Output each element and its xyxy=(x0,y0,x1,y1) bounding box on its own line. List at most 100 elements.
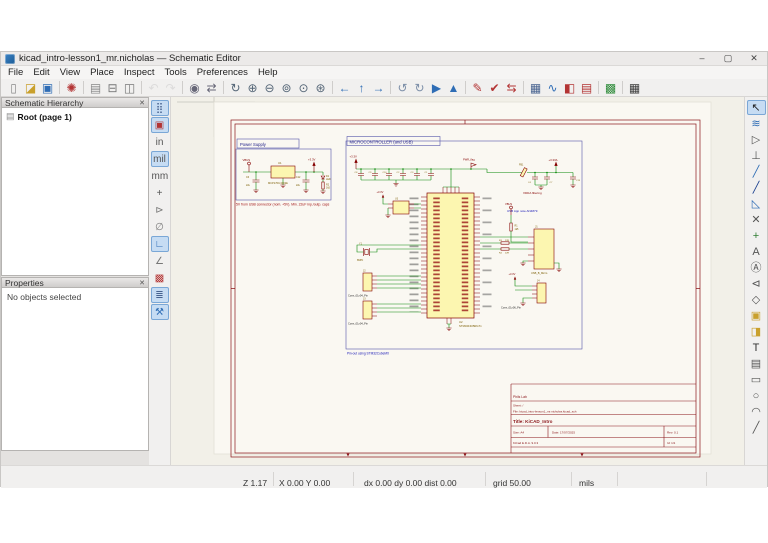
rotate-cw-icon[interactable]: ↻ xyxy=(411,80,428,96)
menu-inspect[interactable]: Inspect xyxy=(119,67,160,78)
minimize-button[interactable]: – xyxy=(689,53,715,64)
bus-entry-icon[interactable]: ◺ xyxy=(747,196,766,211)
menu-view[interactable]: View xyxy=(55,67,85,78)
p3v3a-label: +3.3VA xyxy=(549,158,558,162)
hierarchy-root-item[interactable]: ▤ Root (page 1) xyxy=(2,108,148,125)
save-icon[interactable]: ▣ xyxy=(39,80,56,96)
net-class-directive-icon[interactable]: Ⓐ xyxy=(747,260,766,275)
highlight-net-icon[interactable]: ≋ xyxy=(747,116,766,131)
symbol-fields-table-icon[interactable]: ▦ xyxy=(527,80,544,96)
global-label-icon[interactable]: ⊲ xyxy=(747,276,766,291)
erc-markers-icon[interactable]: ▩ xyxy=(151,270,169,286)
menu-file[interactable]: File xyxy=(3,67,28,78)
menu-place[interactable]: Place xyxy=(85,67,119,78)
simulator-icon[interactable]: ∿ xyxy=(544,80,561,96)
arc-icon[interactable]: ◠ xyxy=(747,404,766,419)
nav-back-icon[interactable]: ← xyxy=(336,80,353,96)
menu-preferences[interactable]: Preferences xyxy=(192,67,253,78)
hierarchical-label-icon[interactable]: ◇ xyxy=(747,292,766,307)
line-mode-90-icon[interactable]: ∟ xyxy=(150,236,169,252)
schematic-hierarchy-panel: Schematic Hierarchy ✕ ▤ Root (page 1) xyxy=(1,97,149,276)
hidden-pins-icon[interactable]: ⊳ xyxy=(151,202,169,218)
zoom-selection-icon[interactable]: ⊛ xyxy=(312,80,329,96)
net-label-icon[interactable]: A xyxy=(747,244,766,259)
menu-help[interactable]: Help xyxy=(253,67,283,78)
u2-value: STM32F405RGTx xyxy=(459,324,482,328)
schematic-canvas[interactable]: Power Supply 5V from USB connector (nom.… xyxy=(171,97,746,465)
units-mm-icon[interactable]: mm xyxy=(151,168,169,184)
undo-icon[interactable]: ↶ xyxy=(145,80,162,96)
refresh-view-icon[interactable]: ↻ xyxy=(227,80,244,96)
u1-ref: U1 xyxy=(278,161,282,165)
hierarchical-sheet-icon[interactable]: ▣ xyxy=(747,308,766,323)
open-schematic-icon[interactable]: ◪ xyxy=(22,80,39,96)
titleblock-rev: Rev: 0.1 xyxy=(667,431,679,435)
zoom-in-icon[interactable]: ⊕ xyxy=(244,80,261,96)
p3v3-label: +3.3V xyxy=(350,155,358,159)
window-controls: – ▢ ✕ xyxy=(689,53,767,64)
close-hierarchy-panel-icon[interactable]: ✕ xyxy=(139,99,145,107)
c12-value: 22u xyxy=(296,184,301,187)
redo-icon[interactable]: ↷ xyxy=(162,80,179,96)
new-schematic-icon[interactable]: ▯ xyxy=(5,80,22,96)
circle-icon[interactable]: ○ xyxy=(747,388,766,403)
units-mils-icon[interactable]: mil xyxy=(150,151,169,167)
zoom-out-icon[interactable]: ⊖ xyxy=(261,80,278,96)
grid-visibility-icon[interactable]: ⣿ xyxy=(150,100,169,116)
hidden-fields-icon[interactable]: ∅ xyxy=(151,219,169,235)
place-power-port-icon[interactable]: ⊥ xyxy=(747,148,766,163)
update-symbols-icon[interactable]: ⇆ xyxy=(503,80,520,96)
find-icon[interactable]: ◉ xyxy=(186,80,203,96)
paste-icon[interactable]: ◫ xyxy=(121,80,138,96)
mirror-v-icon[interactable]: ▲ xyxy=(445,80,462,96)
properties-panel-icon[interactable]: ⚒ xyxy=(150,304,169,320)
p3v3-label: +3.3V xyxy=(377,190,384,194)
text-icon[interactable]: T xyxy=(747,340,766,355)
titleblock-date: Date: 17/07/2025 xyxy=(552,431,575,435)
select-tool-icon[interactable]: ↖ xyxy=(746,100,766,115)
assign-footprints-icon[interactable]: ◧ xyxy=(561,80,578,96)
sheet-icon: ▤ xyxy=(6,111,15,121)
usb-connector-body xyxy=(533,228,555,270)
line-icon[interactable]: ╱ xyxy=(747,420,766,435)
maximize-button[interactable]: ▢ xyxy=(715,53,741,64)
nav-up-hierarchy-icon[interactable]: ↑ xyxy=(353,80,370,96)
properties-panel-title: Properties xyxy=(5,277,44,288)
left-panel-column: Schematic Hierarchy ✕ ▤ Root (page 1) Pr… xyxy=(1,97,149,465)
print-icon[interactable]: ⊟ xyxy=(104,80,121,96)
draw-bus-icon[interactable]: ╱ xyxy=(747,180,766,195)
draw-wire-icon[interactable]: ╱ xyxy=(747,164,766,179)
close-properties-panel-icon[interactable]: ✕ xyxy=(139,279,145,287)
nav-forward-icon[interactable]: → xyxy=(370,80,387,96)
rectangle-icon[interactable]: ▭ xyxy=(747,372,766,387)
line-mode-45-icon[interactable]: ∠ xyxy=(151,253,169,269)
text-box-icon[interactable]: ▤ xyxy=(747,356,766,371)
pcb-editor-icon[interactable]: ▦ xyxy=(626,80,643,96)
schematic-setup-icon[interactable]: ✺ xyxy=(63,80,80,96)
d1-value: LED xyxy=(326,178,331,181)
zoom-objects-icon[interactable]: ⊙ xyxy=(295,80,312,96)
titleblock-tool: KiCad E.D.A. 9.0.3 xyxy=(513,441,539,445)
junction-icon[interactable]: + xyxy=(747,228,766,243)
mirror-h-icon[interactable]: ▶ xyxy=(428,80,445,96)
titleblock-title: Title: KiCAD_Intro xyxy=(513,419,553,424)
zoom-fit-icon[interactable]: ⊚ xyxy=(278,80,295,96)
crosshair-cursor-icon[interactable]: + xyxy=(151,185,169,201)
menu-edit[interactable]: Edit xyxy=(28,67,54,78)
hierarchy-navigator-icon[interactable]: ≣ xyxy=(150,287,169,303)
erc-icon[interactable]: ✔ xyxy=(486,80,503,96)
footprint-editor-icon[interactable]: ▩ xyxy=(602,80,619,96)
sheet-pin-icon[interactable]: ◨ xyxy=(747,324,766,339)
export-bom-icon[interactable]: ▤ xyxy=(578,80,595,96)
close-button[interactable]: ✕ xyxy=(741,53,767,64)
place-symbol-icon[interactable]: ▷ xyxy=(747,132,766,147)
grid-overrides-icon[interactable]: ▣ xyxy=(150,117,169,133)
page-settings-icon[interactable]: ▤ xyxy=(87,80,104,96)
menu-tools[interactable]: Tools xyxy=(160,67,192,78)
units-inches-icon[interactable]: in xyxy=(151,134,169,150)
find-replace-icon[interactable]: ⇄ xyxy=(203,80,220,96)
rotate-ccw-icon[interactable]: ↺ xyxy=(394,80,411,96)
no-connect-icon[interactable]: ✕ xyxy=(747,212,766,227)
annotate-icon[interactable]: ✎ xyxy=(469,80,486,96)
status-bar: Z 1.17 X 0.00 Y 0.00 dx 0.00 dy 0.00 dis… xyxy=(1,465,767,488)
